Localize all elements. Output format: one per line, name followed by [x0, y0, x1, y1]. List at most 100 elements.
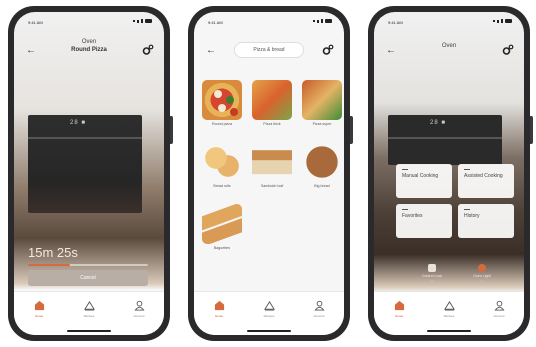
tab-account[interactable]: Account	[299, 300, 339, 318]
tab-bar: Home Recipes Account	[14, 291, 164, 335]
recipe-card[interactable]: Pizza super	[300, 80, 344, 136]
light-bulb-icon	[478, 264, 486, 272]
home-icon	[34, 300, 44, 311]
status-time: 9:41 AM	[388, 20, 403, 25]
timer-readout: 15m 25s	[28, 245, 78, 260]
status-bar: 9:41 AM	[14, 12, 164, 28]
sandwich-loaf-image	[252, 142, 292, 182]
header: ← Pizza & bread	[194, 32, 344, 68]
settings-gear-icon[interactable]	[322, 44, 334, 56]
settings-gear-icon[interactable]	[142, 44, 154, 56]
tab-home[interactable]: Home	[19, 300, 59, 318]
tile-dash	[402, 209, 408, 210]
settings-gear-icon[interactable]	[502, 44, 514, 56]
round-pizza-image	[202, 80, 242, 120]
manual-cooking-tile[interactable]: Manual Cooking	[396, 164, 452, 198]
cooking-progress-bar	[28, 264, 148, 266]
bread-rolls-image	[202, 142, 242, 182]
tab-label: Recipes	[443, 314, 455, 318]
recipe-card[interactable]: Big bread	[300, 142, 344, 198]
tile-label: Manual Cooking	[402, 173, 439, 179]
recipe-card[interactable]: Sandwich loaf	[250, 142, 294, 198]
tile-label: Assisted Cooking	[464, 173, 503, 179]
tab-label: Account	[493, 314, 505, 318]
tab-label: Home	[34, 314, 43, 318]
phone-pizza-bread: 9:41 AM ← Pizza & bread Round pizza Pizz…	[188, 6, 353, 341]
recipe-label: Baguettes	[213, 246, 231, 250]
header: ← Oven Round Pizza	[14, 32, 164, 68]
recipes-icon	[443, 300, 455, 311]
control-label: Control Lock	[421, 274, 443, 278]
lock-icon	[428, 264, 436, 272]
oven-display: 28 ■	[70, 120, 86, 126]
tab-label: Account	[313, 314, 325, 318]
tile-dash	[402, 169, 408, 170]
oven-display: 28 ■	[430, 120, 446, 126]
assisted-cooking-tile[interactable]: Assisted Cooking	[458, 164, 514, 198]
tab-recipes[interactable]: Recipes	[249, 300, 289, 318]
account-icon	[313, 300, 325, 311]
home-icon	[214, 300, 224, 311]
recipe-card[interactable]: Bread rolls	[200, 142, 244, 198]
page-subtitle: Round Pizza	[71, 47, 107, 53]
screen: 9:41 AM ← Oven Round Pizza 28 ■ 15m 25s …	[14, 12, 164, 335]
tab-account[interactable]: Account	[119, 300, 159, 318]
oven-light-toggle[interactable]: Oven Light On	[462, 264, 502, 283]
favorites-tile[interactable]: Favorites	[396, 204, 452, 238]
tab-home[interactable]: Home	[199, 300, 239, 318]
tile-label: History	[464, 213, 480, 219]
recipe-label: Bread rolls	[213, 184, 231, 188]
status-time: 9:41 AM	[208, 20, 223, 25]
tab-bar: Home Recipes Account	[374, 291, 524, 335]
back-arrow-icon[interactable]: ←	[26, 46, 36, 56]
recipe-label: Pizza thick	[263, 122, 281, 126]
recipes-icon	[83, 300, 95, 311]
recipe-label: Sandwich loaf	[260, 184, 284, 188]
recipe-label: Big bread	[314, 184, 330, 188]
home-indicator	[247, 330, 291, 332]
status-bar: 9:41 AM	[374, 12, 524, 28]
control-state: Off	[430, 279, 434, 283]
signal-battery-icon	[313, 19, 332, 23]
tab-label: Recipes	[263, 314, 275, 318]
account-icon	[493, 300, 505, 311]
screen: 9:41 AM ← Oven 28 ■ Manual Cooking Assis…	[374, 12, 524, 335]
recipe-label: Pizza super	[312, 122, 332, 126]
tab-label: Account	[133, 314, 145, 318]
recipe-card[interactable]: Round pizza	[200, 80, 244, 136]
recipe-card[interactable]: Baguettes	[200, 204, 244, 260]
control-lock-toggle[interactable]: Control Lock Off	[412, 264, 452, 283]
recipes-icon	[263, 300, 275, 311]
tab-label: Home	[394, 314, 403, 318]
cancel-button[interactable]: Cancel	[28, 270, 148, 286]
pizza-super-image	[302, 80, 342, 120]
tab-recipes[interactable]: Recipes	[429, 300, 469, 318]
big-bread-image	[302, 142, 342, 182]
screen: 9:41 AM ← Pizza & bread Round pizza Pizz…	[194, 12, 344, 335]
phone-oven-menu: 9:41 AM ← Oven 28 ■ Manual Cooking Assis…	[368, 6, 533, 341]
status-bar: 9:41 AM	[194, 12, 344, 28]
tab-home[interactable]: Home	[379, 300, 419, 318]
home-icon	[394, 300, 404, 311]
oven-image	[28, 115, 142, 213]
oven-door-handle	[388, 137, 502, 139]
status-time: 9:41 AM	[28, 20, 43, 25]
back-arrow-icon[interactable]: ←	[206, 46, 216, 56]
recipe-card[interactable]: Pizza thick	[250, 80, 294, 136]
account-icon	[133, 300, 145, 311]
pizza-thick-image	[252, 80, 292, 120]
back-arrow-icon[interactable]: ←	[386, 46, 396, 56]
tab-label: Home	[214, 314, 223, 318]
tile-dash	[464, 209, 470, 210]
tile-label: Favorites	[402, 213, 423, 219]
home-indicator	[67, 330, 111, 332]
history-tile[interactable]: History	[458, 204, 514, 238]
tab-recipes[interactable]: Recipes	[69, 300, 109, 318]
control-state: On	[479, 279, 484, 283]
tile-dash	[464, 169, 470, 170]
tab-account[interactable]: Account	[479, 300, 519, 318]
phone-oven-cooking: 9:41 AM ← Oven Round Pizza 28 ■ 15m 25s …	[8, 6, 173, 341]
signal-battery-icon	[133, 19, 152, 23]
progress-fill	[28, 264, 70, 266]
page-title: Oven	[81, 39, 97, 45]
